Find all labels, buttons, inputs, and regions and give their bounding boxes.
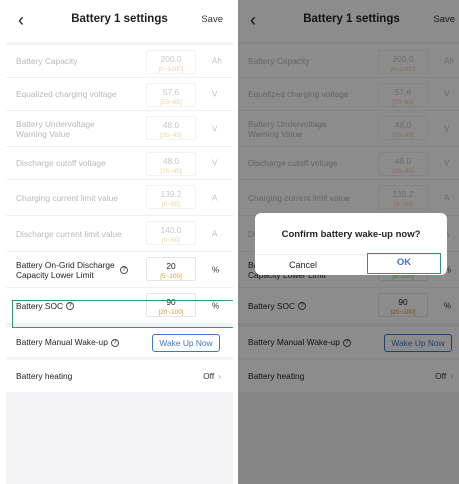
setting-range: [0~50] xyxy=(162,237,180,244)
page-title: Battery 1 settings xyxy=(71,13,168,25)
setting-unit: A xyxy=(212,193,218,202)
setting-row-discharge-current: Discharge current limit value 140.0 [0~5… xyxy=(6,216,233,252)
setting-row-charging-current: Charging current limit value 139.2 [0~50… xyxy=(6,180,233,216)
battery-heating-value-text: Off xyxy=(203,371,215,381)
setting-unit: Ah xyxy=(212,56,222,66)
setting-value: 48.0 xyxy=(162,156,180,166)
setting-label: Battery On-Grid Discharge Capacity Lower… xyxy=(16,259,115,280)
setting-unit: A xyxy=(212,229,218,238)
ok-button[interactable]: OK xyxy=(367,253,441,274)
setting-value-input: 48.0 [35~45] xyxy=(146,116,196,140)
setting-row-discharge-cutoff: Discharge cutoff voltage 48.0 [35~45] V xyxy=(6,147,233,180)
setting-row-equalized-voltage: Equalized charging voltage 57.6 [55~65] … xyxy=(6,78,233,111)
setting-range: [0~1000] xyxy=(158,66,184,73)
confirm-wake-up-dialog: Confirm battery wake-up now? Cancel OK xyxy=(255,213,447,275)
setting-unit: V xyxy=(212,124,218,133)
setting-range: [35~45] xyxy=(160,168,182,175)
question-circle-icon[interactable]: ? xyxy=(120,265,128,274)
wake-up-label: Battery Manual Wake-up? xyxy=(16,337,119,347)
setting-label: Equalized charging voltage xyxy=(16,89,117,99)
setting-range: [35~45] xyxy=(160,132,182,139)
setting-value: 140.0 xyxy=(160,225,182,235)
setting-unit: V xyxy=(212,89,218,99)
setting-value-input: 140.0 [0~50] xyxy=(146,221,196,245)
setting-range: [5~100] xyxy=(160,273,182,280)
setting-range: [55~65] xyxy=(160,99,182,106)
setting-value: 200.0 xyxy=(160,54,182,64)
setting-value: 20 xyxy=(166,261,176,271)
header: ‹ Battery 1 settings Save xyxy=(6,0,233,42)
dialog-title: Confirm battery wake-up now? xyxy=(281,229,421,240)
wake-up-now-button[interactable]: Wake Up Now xyxy=(152,334,220,352)
left-screen: ‹ Battery 1 settings Save Battery Capaci… xyxy=(6,0,233,484)
setting-value: 48.0 xyxy=(162,120,180,130)
battery-heating-row[interactable]: Battery heating Off › xyxy=(6,360,233,392)
setting-value-input[interactable]: 20 [5~100] xyxy=(146,257,196,281)
setting-label: Battery Undervoltage Warning Value xyxy=(16,118,95,139)
setting-value-input: 139.2 [0~50] xyxy=(146,185,196,209)
setting-value: 139.2 xyxy=(160,189,182,199)
wake-up-row: Battery Manual Wake-up? Wake Up Now xyxy=(6,327,233,357)
setting-value-input: 200.0 [0~1000] xyxy=(146,50,196,74)
setting-range: [0~50] xyxy=(162,201,180,208)
chevron-right-icon: › xyxy=(218,371,221,381)
cancel-button[interactable]: Cancel xyxy=(255,255,351,275)
battery-heating-label: Battery heating xyxy=(16,371,73,381)
setting-row-battery-capacity: Battery Capacity 200.0 [0~1000] Ah xyxy=(6,45,233,78)
setting-row-ongrid-discharge-limit: Battery On-Grid Discharge Capacity Lower… xyxy=(6,252,233,288)
wake-up-highlight-box xyxy=(12,300,233,328)
save-button[interactable]: Save xyxy=(201,14,223,25)
setting-unit: % xyxy=(212,265,220,274)
setting-value-input: 57.6 [55~65] xyxy=(146,83,196,107)
setting-unit: V xyxy=(212,158,218,168)
setting-value: 57.6 xyxy=(162,87,180,97)
battery-heating-value: Off › xyxy=(203,371,221,381)
question-circle-icon[interactable]: ? xyxy=(110,338,119,347)
setting-label: Battery Capacity xyxy=(16,56,78,66)
setting-row-undervoltage-warning: Battery Undervoltage Warning Value 48.0 … xyxy=(6,111,233,147)
right-screen: ‹ Battery 1 settings Save Battery Capaci… xyxy=(238,0,459,484)
setting-value-input: 48.0 [35~45] xyxy=(146,152,196,176)
setting-label: Charging current limit value xyxy=(16,192,118,203)
wake-up-label-text: Battery Manual Wake-up xyxy=(16,337,108,347)
screenshot-stage: ‹ Battery 1 settings Save Battery Capaci… xyxy=(0,0,459,484)
setting-label: Discharge current limit value xyxy=(16,228,122,239)
setting-label: Discharge cutoff voltage xyxy=(16,158,106,168)
settings-list: Battery Capacity 200.0 [0~1000] Ah Equal… xyxy=(6,45,233,324)
